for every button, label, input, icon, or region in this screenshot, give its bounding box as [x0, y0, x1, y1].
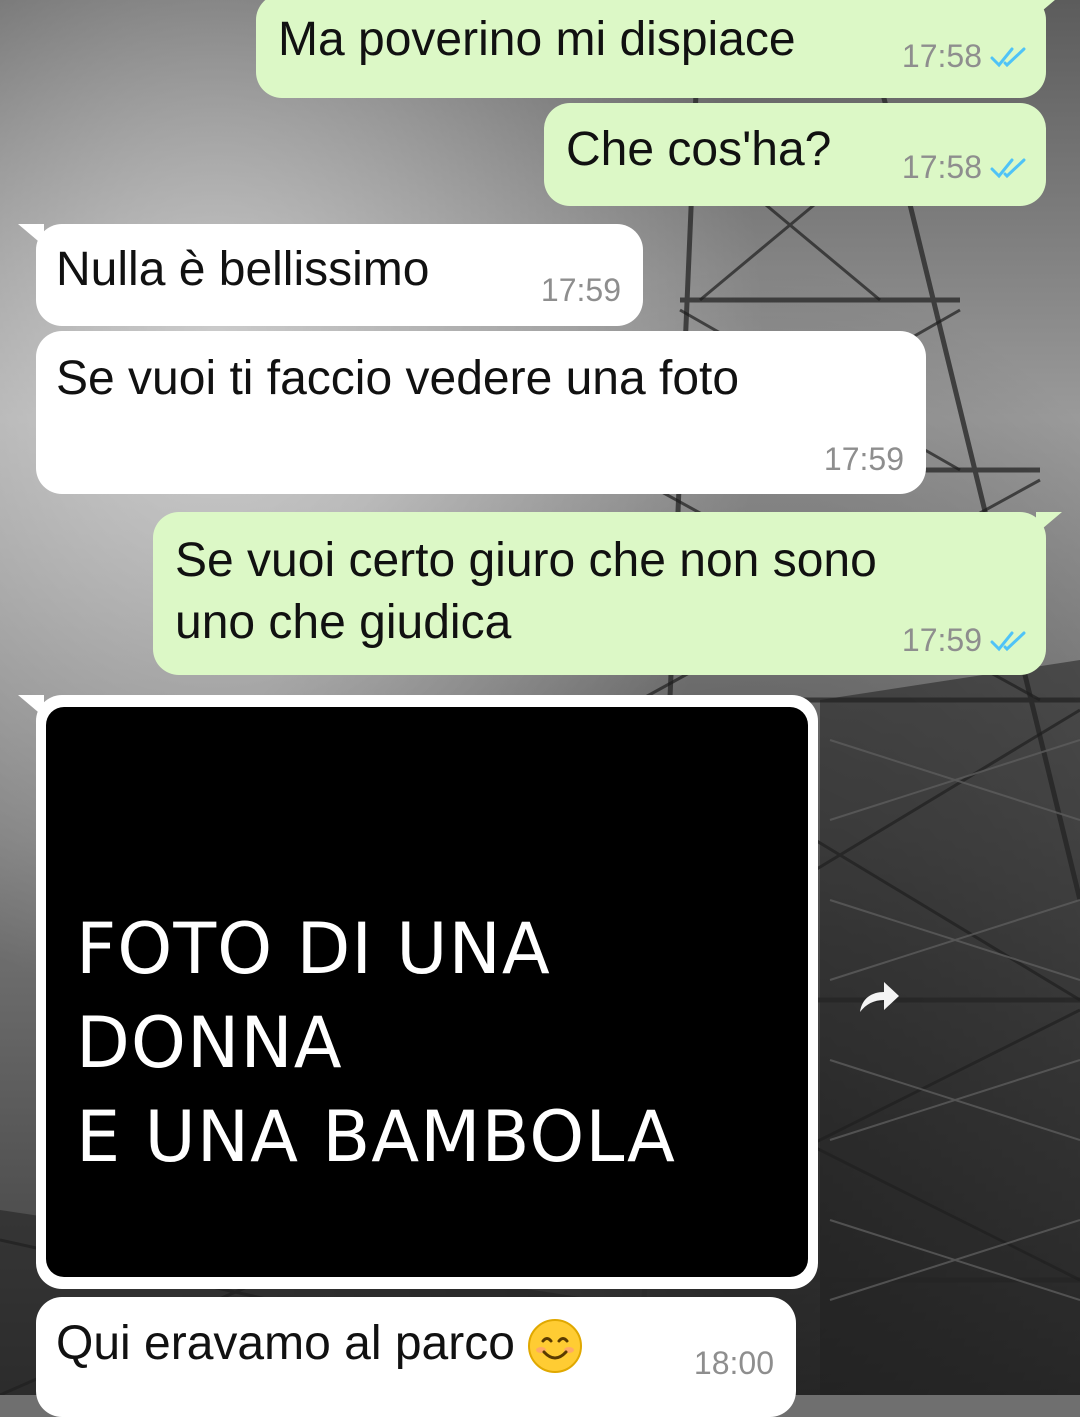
message-bubble-incoming[interactable]: Nulla è bellissimo 17:59	[18, 224, 643, 326]
message-bubble-outgoing[interactable]: Ma poverino mi dispiace 17:58	[256, 0, 1062, 98]
message-time: 18:00	[693, 1345, 774, 1381]
bubble-tail	[1036, 0, 1062, 16]
double-check-icon	[990, 158, 1026, 178]
message-time: 17:59	[823, 441, 904, 477]
message-meta: 17:59	[824, 441, 904, 478]
message-time: 17:58	[901, 149, 982, 185]
message-text: Ma poverino mi dispiace	[278, 13, 796, 66]
double-check-icon	[990, 631, 1026, 651]
bubble-tail	[18, 224, 44, 246]
caption-line: FOTO DI UNA DONNA	[76, 908, 551, 1084]
bubble-tail	[1036, 512, 1062, 534]
message-text: Che cos'ha?	[566, 123, 832, 176]
message-text: Nulla è bellissimo	[56, 243, 430, 296]
image-caption-text: FOTO DI UNA DONNA E UNA BAMBOLA	[76, 902, 808, 1184]
message-meta: 17:58	[902, 149, 1028, 186]
message-meta: 18:00	[694, 1345, 774, 1382]
message-text-content: Qui eravamo al parco	[56, 1317, 515, 1370]
message-text: Qui eravamo al parco	[56, 1313, 583, 1375]
message-meta: 17:58	[902, 38, 1028, 75]
message-time: 17:59	[540, 272, 621, 308]
message-text-line: Se vuoi certo giuro che non sono	[175, 534, 877, 587]
double-check-icon	[990, 47, 1026, 67]
message-time: 17:58	[901, 38, 982, 74]
message-time: 17:59	[901, 622, 982, 658]
message-meta: 17:59	[541, 272, 621, 309]
bubble-tail	[18, 695, 44, 717]
message-text-line: uno che giudica	[175, 596, 512, 649]
smiling-face-emoji	[527, 1319, 582, 1374]
message-meta: 17:59	[902, 622, 1028, 659]
message-bubble-incoming[interactable]: Se vuoi ti faccio vedere una foto 17:59	[36, 331, 926, 494]
message-bubble-outgoing[interactable]: Che cos'ha? 17:58	[544, 103, 1046, 206]
message-bubble-incoming[interactable]: Qui eravamo al parco 18:00	[36, 1297, 796, 1417]
message-bubble-outgoing[interactable]: Se vuoi certo giuro che non sono uno che…	[153, 512, 1062, 675]
caption-line: E UNA BAMBOLA	[76, 1096, 676, 1178]
image-message-content[interactable]: FOTO DI UNA DONNA E UNA BAMBOLA	[46, 707, 808, 1277]
forward-icon[interactable]	[856, 976, 902, 1016]
message-text: Se vuoi ti faccio vedere una foto	[56, 352, 740, 405]
